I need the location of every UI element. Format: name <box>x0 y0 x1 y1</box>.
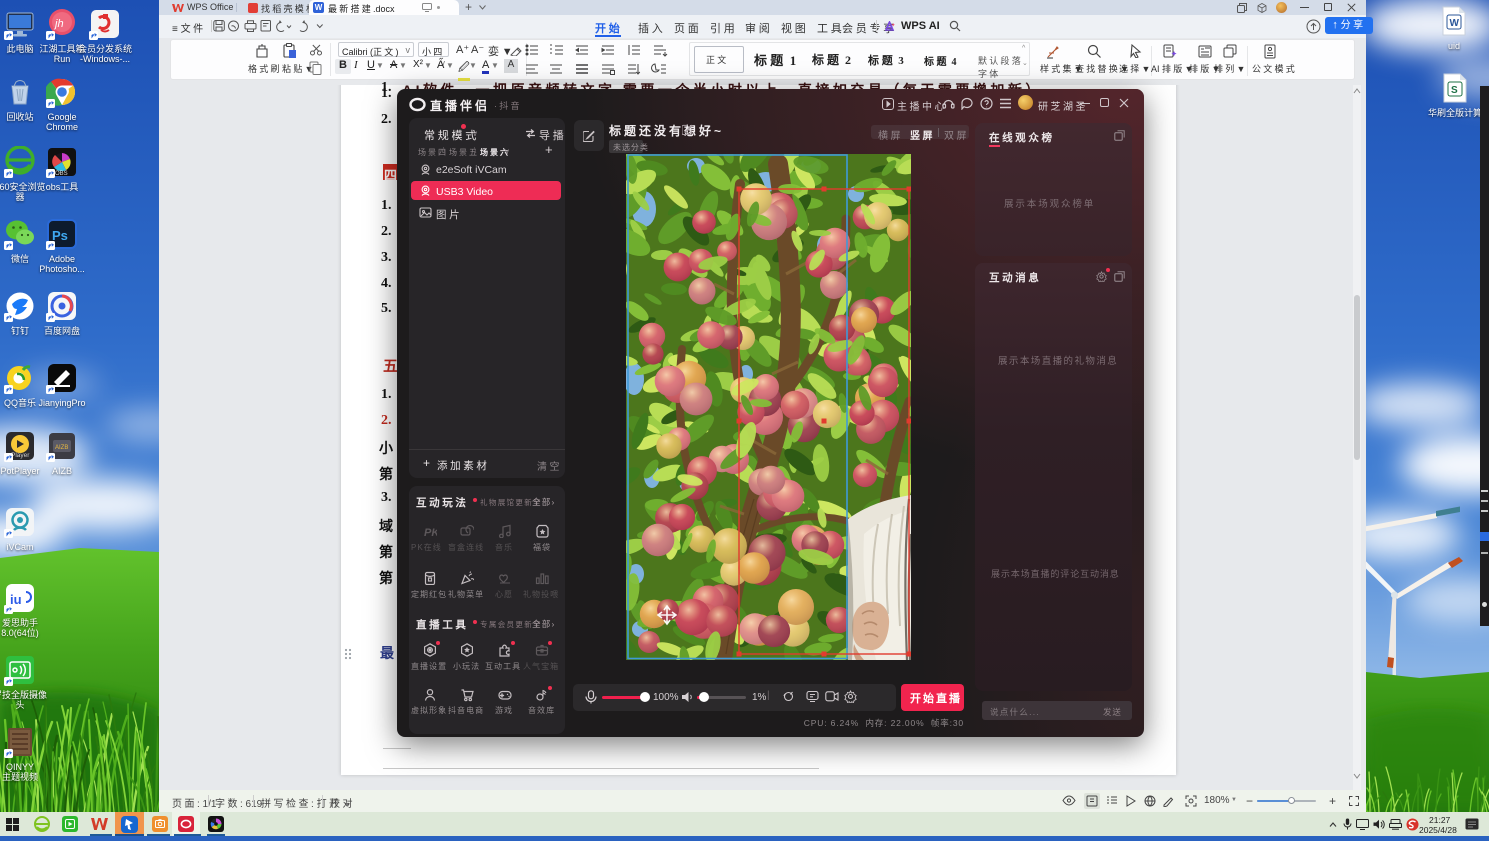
svg-text:Player: Player <box>11 452 30 459</box>
svg-text:AIZB: AIZB <box>55 445 68 451</box>
svg-text:W: W <box>1450 18 1460 29</box>
svg-text:PK: PK <box>424 527 437 538</box>
svg-text:S: S <box>1451 85 1458 96</box>
svg-text:jh: jh <box>53 18 64 30</box>
svg-text:OBS: OBS <box>55 171 68 177</box>
